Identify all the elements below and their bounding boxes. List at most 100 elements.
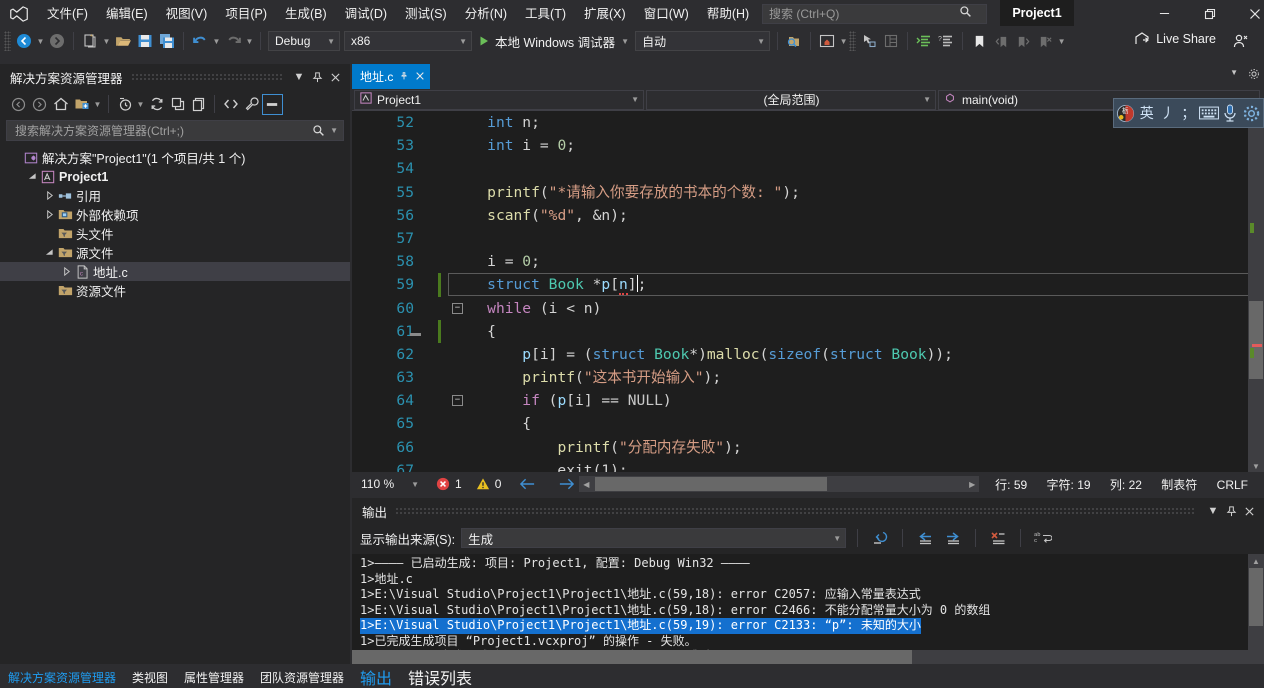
close-button[interactable] [1232, 0, 1264, 27]
code-line[interactable]: 53 int i = 0; [352, 134, 1264, 157]
toggle-wordwrap-icon[interactable]: ab c [1032, 527, 1054, 549]
menu-edit[interactable]: 编辑(E) [97, 2, 157, 26]
menu-window[interactable]: 窗口(W) [635, 2, 698, 26]
error-count-chip[interactable]: 1 [436, 477, 462, 491]
tree-item[interactable]: 资源文件 [0, 281, 350, 300]
prev-message-icon[interactable] [914, 527, 936, 549]
collapsed-twisty-icon[interactable] [59, 267, 73, 276]
quick-search-box[interactable] [762, 4, 987, 24]
menu-view[interactable]: 视图(V) [157, 2, 217, 26]
zoom-level-combo[interactable]: 110 % ▼ [356, 475, 422, 493]
chevron-down-icon[interactable]: ▼ [1204, 502, 1222, 520]
open-file-icon[interactable] [112, 30, 134, 52]
bottom-tab[interactable]: 属性管理器 [176, 666, 252, 688]
code-text-area[interactable]: 52 int n; 53 int i = 0; 54 55 printf("*请输入你… [352, 111, 1264, 474]
scroll-right-arrow-icon[interactable]: ▶ [965, 476, 979, 492]
menu-project[interactable]: 项目(P) [216, 2, 276, 26]
editor-vertical-scrollbar[interactable]: ▲ ▼ [1248, 111, 1264, 474]
properties-window-icon[interactable] [880, 30, 902, 52]
next-message-icon[interactable] [942, 527, 964, 549]
menu-extensions[interactable]: 扩展(X) [575, 2, 635, 26]
pin-icon[interactable] [1222, 502, 1240, 520]
expanded-twisty-icon[interactable] [42, 248, 56, 257]
hscrollbar-thumb[interactable] [352, 650, 912, 664]
bottom-tab[interactable]: 错误列表 [400, 666, 480, 688]
bottom-tab[interactable]: 团队资源管理器 [252, 666, 352, 688]
expanded-twisty-icon[interactable] [25, 172, 39, 181]
microphone-icon[interactable] [1220, 101, 1240, 125]
keyboard-icon[interactable] [1199, 101, 1220, 125]
menu-debug[interactable]: 调试(D) [336, 2, 396, 26]
home-icon[interactable] [50, 94, 71, 115]
redo-dropdown-icon[interactable]: ▼ [244, 30, 255, 52]
warning-count-chip[interactable]: 0 [476, 477, 501, 491]
menu-file[interactable]: 文件(F) [38, 2, 97, 26]
output-line[interactable]: 1>E:\Visual Studio\Project1\Project1\地址.… [360, 618, 1264, 634]
clear-all-icon[interactable] [987, 527, 1009, 549]
menu-analyze[interactable]: 分析(N) [456, 2, 516, 26]
previous-bookmark-icon[interactable] [990, 30, 1012, 52]
output-vertical-scrollbar[interactable]: ▲ ▼ [1248, 554, 1264, 664]
output-text[interactable]: 1>———— 已启动生成: 项目: Project1, 配置: Debug Wi… [352, 554, 1264, 664]
close-icon[interactable] [415, 70, 425, 84]
tree-item[interactable]: Project1 [0, 167, 350, 186]
output-horizontal-scrollbar[interactable] [352, 650, 1264, 664]
code-line[interactable]: 63 printf("这本书开始输入"); [352, 366, 1264, 389]
chevron-down-icon[interactable]: ▼ [290, 68, 308, 86]
code-line[interactable]: 60− while (i < n) [352, 297, 1264, 320]
code-line[interactable]: 65 { [352, 412, 1264, 435]
collapsed-twisty-icon[interactable] [42, 210, 56, 219]
eol-mode[interactable]: CRLF [1217, 478, 1248, 492]
tree-item[interactable]: 头文件 [0, 224, 350, 243]
scrollbar-thumb[interactable] [1249, 301, 1263, 379]
toolbar-grip[interactable] [4, 31, 11, 51]
bottom-tab[interactable]: 输出 [352, 666, 400, 688]
forward-icon[interactable] [29, 94, 50, 115]
pin-icon[interactable] [399, 70, 409, 84]
tab-mode[interactable]: 制表符 [1161, 478, 1197, 492]
output-line[interactable]: 1>E:\Visual Studio\Project1\Project1\地址.… [360, 587, 1264, 603]
toggle-selection-icon[interactable] [858, 30, 880, 52]
debug-type-combo[interactable]: 自动 ▼ [635, 31, 771, 51]
pin-icon[interactable] [308, 68, 326, 86]
pending-changes-filter-icon[interactable] [114, 94, 135, 115]
code-line[interactable]: 58 i = 0; [352, 250, 1264, 273]
navigate-forward-icon[interactable] [46, 30, 68, 52]
editor-tab-dizhi-c[interactable]: 地址.c [352, 64, 431, 89]
feedback-icon[interactable] [1230, 30, 1252, 52]
tree-item[interactable]: C 地址.c [0, 262, 350, 281]
goto-message-icon[interactable] [869, 527, 891, 549]
solution-explorer-home-icon[interactable] [816, 30, 838, 52]
code-line[interactable]: 64− if (p[i] == NULL) [352, 389, 1264, 412]
navigate-backward-icon[interactable] [13, 30, 35, 52]
minimize-button[interactable] [1142, 0, 1187, 27]
toolbar-overflow-icon[interactable]: ▼ [1056, 30, 1067, 52]
scroll-up-arrow-icon[interactable]: ▲ [1248, 554, 1264, 568]
code-line[interactable]: 54 [352, 157, 1264, 180]
back-icon[interactable] [8, 94, 29, 115]
close-icon[interactable] [326, 68, 344, 86]
tree-item[interactable]: 外部依赖项 [0, 205, 350, 224]
solution-explorer-dropdown-icon[interactable]: ▼ [838, 30, 849, 52]
code-line[interactable]: 61 { [352, 319, 1264, 343]
menu-tools[interactable]: 工具(T) [516, 2, 575, 26]
ime-language-bar[interactable]: 栃 英 丿 ； [1113, 98, 1264, 128]
code-line[interactable]: 57 [352, 227, 1264, 250]
ime-input-mode-label[interactable]: 英 [1137, 101, 1157, 125]
search-options-dropdown-icon[interactable]: ▼ [327, 126, 341, 135]
properties-icon[interactable] [188, 94, 209, 115]
close-icon[interactable] [1240, 502, 1258, 520]
find-in-files-icon[interactable] [783, 30, 805, 52]
restore-button[interactable] [1187, 0, 1232, 27]
arrow-right-icon[interactable] [558, 477, 575, 491]
hscrollbar-thumb[interactable] [595, 477, 828, 491]
new-project-dropdown-icon[interactable]: ▼ [101, 30, 112, 52]
code-line[interactable]: 62 p[i] = (struct Book*)malloc(sizeof(st… [352, 343, 1264, 366]
output-line[interactable]: 1>E:\Visual Studio\Project1\Project1\地址.… [360, 603, 1264, 619]
solution-configuration-combo[interactable]: Debug ▼ [268, 31, 340, 51]
properties-wrench-icon[interactable] [241, 94, 262, 115]
toolbar-grip-2[interactable] [849, 31, 857, 51]
menu-test[interactable]: 测试(S) [396, 2, 456, 26]
undo-dropdown-icon[interactable]: ▼ [211, 30, 222, 52]
undo-icon[interactable] [189, 30, 211, 52]
